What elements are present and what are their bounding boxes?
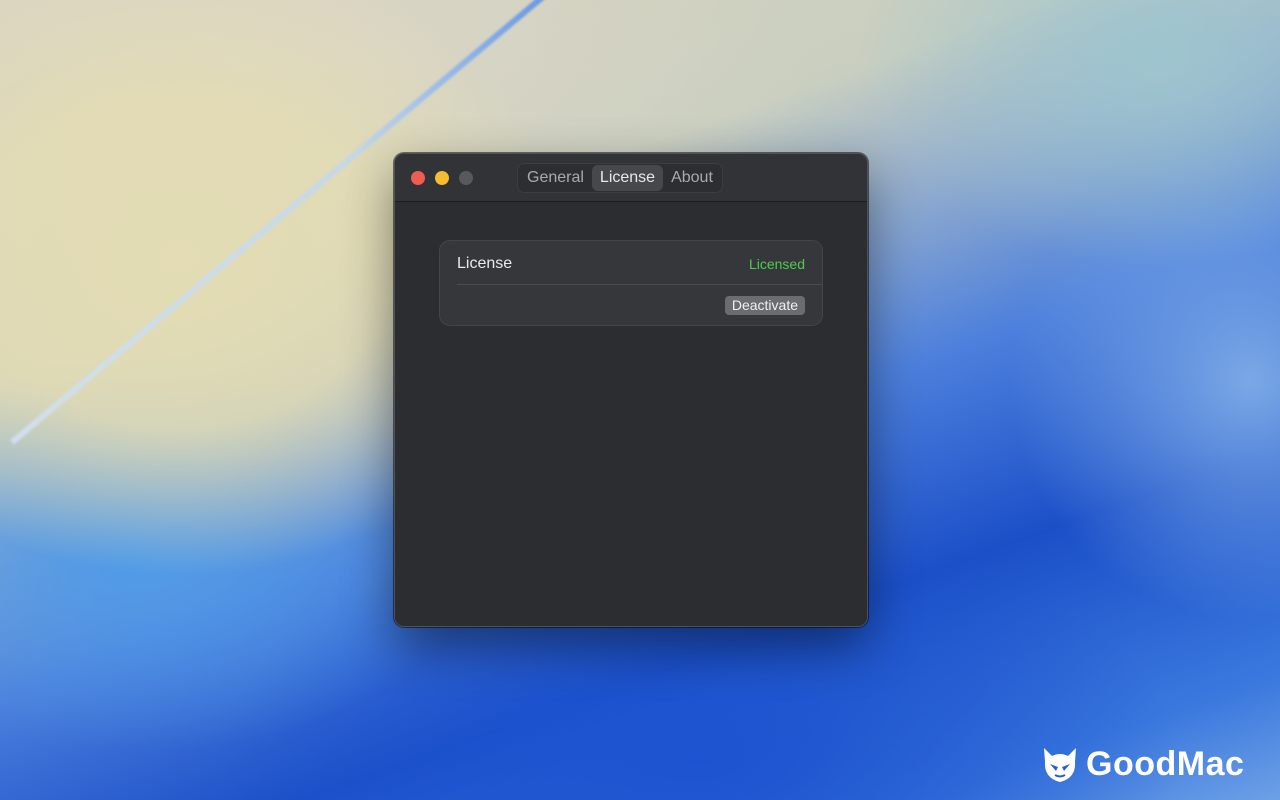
- desktop-wallpaper: General License About License Licensed D…: [0, 0, 1280, 800]
- minimize-button[interactable]: [435, 171, 449, 185]
- tab-license[interactable]: License: [591, 165, 664, 191]
- license-title: License: [457, 255, 513, 272]
- deactivate-button[interactable]: Deactivate: [724, 296, 805, 315]
- window-content: License Licensed Deactivate: [395, 202, 867, 626]
- close-button[interactable]: [411, 171, 425, 185]
- tab-general[interactable]: General: [519, 165, 592, 191]
- goodmac-logo-icon: [1044, 748, 1076, 782]
- zoom-button: [459, 171, 473, 185]
- license-card: License Licensed Deactivate: [439, 240, 823, 326]
- preferences-window: General License About License Licensed D…: [394, 153, 868, 627]
- card-divider: [457, 284, 822, 285]
- goodmac-watermark: GoodMac: [1040, 744, 1244, 784]
- license-status-label: Licensed: [748, 256, 805, 272]
- window-titlebar[interactable]: General License About: [395, 154, 867, 202]
- tab-about[interactable]: About: [663, 165, 721, 191]
- tab-bar: General License About: [517, 163, 723, 193]
- watermark-text: GoodMac: [1086, 744, 1245, 783]
